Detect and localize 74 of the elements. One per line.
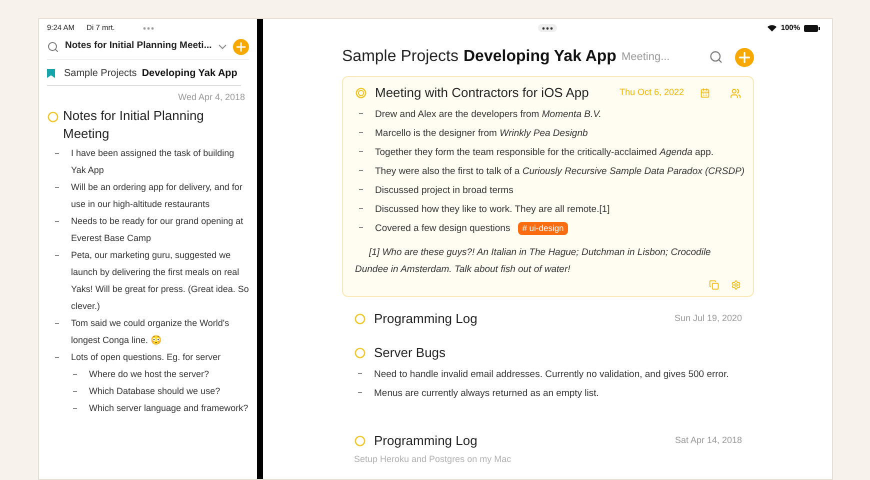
note-line: I have been assigned the task of building Yak App xyxy=(71,146,236,177)
dash-icon xyxy=(55,356,59,358)
note-line: Menus are currently always returned as an empty list. xyxy=(374,387,599,401)
note-line: Will be an ordering app for delivery, and for use in our high-altitude restaurants xyxy=(71,180,244,211)
dash-icon xyxy=(55,220,59,222)
dash-icon xyxy=(359,151,363,152)
note-line: Where do we host the server? xyxy=(89,368,210,380)
dash-icon xyxy=(55,254,59,256)
note-line: Which server language and framework? xyxy=(89,402,248,415)
add-button[interactable] xyxy=(735,48,754,66)
note-title: Notes for Initial Planning Meeting xyxy=(63,106,205,142)
note-line: Peta, our marketing guru, suggested we launch by delivering the first meals on real Yaks! Will be great for press. (Great idea. So clever.) xyxy=(71,248,249,313)
header-parent[interactable]: Sample Projects xyxy=(342,45,458,69)
note-title: Programming Log xyxy=(374,432,478,450)
note-date: Thu Oct 6, 2022 xyxy=(619,86,684,100)
dash-icon xyxy=(359,227,363,228)
note-line: They were also the first to talk of a Curiously Recursive Sample Data Paradox (CRSDP) xyxy=(375,165,745,179)
breadcrumb[interactable]: Sample Projects Developing Yak App xyxy=(47,66,241,86)
note-line: Which Database should we use? xyxy=(89,384,220,398)
note-line: Discussed project in broad terms xyxy=(375,184,514,198)
status-circle-icon[interactable] xyxy=(354,435,366,447)
note-line: Discussed how they like to work. They are all remote.[1] xyxy=(375,203,610,217)
note-entry[interactable]: Programming Log Sat Apr 14, 2018 Setup Heroku and Postgres on my Mac xyxy=(342,427,754,470)
note-line: Lots of open questions. Eg. for server xyxy=(71,350,221,364)
note-line: Covered a few design questions xyxy=(375,222,510,236)
dash-icon xyxy=(359,113,363,114)
calendar-icon[interactable] xyxy=(700,88,710,98)
more-dots-icon[interactable] xyxy=(142,26,154,30)
breadcrumb-project: Developing Yak App xyxy=(142,67,238,81)
note-line: Need to handle invalid email addresses. Currently no validation, and gives 500 error. xyxy=(374,368,729,382)
dash-icon xyxy=(359,208,363,209)
header-project[interactable]: Developing Yak App xyxy=(464,45,616,69)
battery-icon xyxy=(804,24,820,32)
search-icon[interactable] xyxy=(47,40,59,52)
note-card[interactable] xyxy=(342,76,754,297)
dash-icon xyxy=(55,322,59,324)
note-entry[interactable]: Server Bugs Need to handle invalid email addresses. Currently no validation, and gives 500 error. Menus are currently always returned as an empty list. xyxy=(342,339,754,407)
note-line: Marcello is the designer from Wrinkly Pea Designb xyxy=(375,127,588,141)
dash-icon xyxy=(358,373,362,374)
note-line: Tom said we could organize the World's longest Conga line. 😳 xyxy=(71,316,230,347)
note-line: Setup Heroku and Postgres on my Mac xyxy=(354,453,512,466)
note-title: Programming Log xyxy=(374,310,478,328)
note-line: Drew and Alex are the developers from Momenta B.V. xyxy=(375,108,602,122)
bookmark-icon xyxy=(47,69,55,78)
status-circle-icon[interactable] xyxy=(354,347,366,359)
people-icon[interactable] xyxy=(730,88,741,98)
dash-icon xyxy=(55,186,59,188)
status-circle-icon[interactable] xyxy=(47,110,59,122)
status-circle-icon[interactable] xyxy=(355,87,367,99)
wifi-icon xyxy=(766,24,777,32)
note-date: Wed Apr 4, 2018 xyxy=(177,91,246,104)
dash-icon xyxy=(73,390,77,392)
chevron-down-icon[interactable] xyxy=(218,44,227,50)
dash-icon xyxy=(358,392,362,393)
note-title: Server Bugs xyxy=(374,344,447,362)
dash-icon xyxy=(359,170,363,171)
add-button[interactable] xyxy=(232,38,249,54)
note-date: Sun Jul 19, 2020 xyxy=(674,312,742,326)
dash-icon xyxy=(359,189,363,190)
note-title: Meeting with Contractors for iOS App xyxy=(375,84,590,102)
note-line: Needs to be ready for our grand opening at Everest Base Camp xyxy=(71,214,244,245)
dash-icon xyxy=(359,132,363,133)
note-line: Together they form the team responsible for the critically-acclaimed Agenda app. xyxy=(375,146,714,160)
breadcrumb-parent: Sample Projects xyxy=(64,67,137,81)
copy-icon[interactable] xyxy=(709,280,719,290)
search-icon[interactable] xyxy=(709,50,723,64)
note-date: Sat Apr 14, 2018 xyxy=(674,434,742,448)
note-entry[interactable]: Programming Log Sun Jul 19, 2020 xyxy=(342,305,754,333)
more-dots-icon[interactable] xyxy=(542,26,553,30)
settings-icon[interactable] xyxy=(731,280,741,290)
footnote: [1] Who are these guys?! An Italian in The Hague; Dutchman in Lisbon; Crocodile Dundee in Amsterdam. Talk about fish out of water! xyxy=(355,246,712,277)
status-circle-icon[interactable] xyxy=(354,313,366,325)
note-search-title[interactable]: Notes for Initial Planning Meeti... xyxy=(65,39,212,54)
dash-icon xyxy=(55,152,59,154)
